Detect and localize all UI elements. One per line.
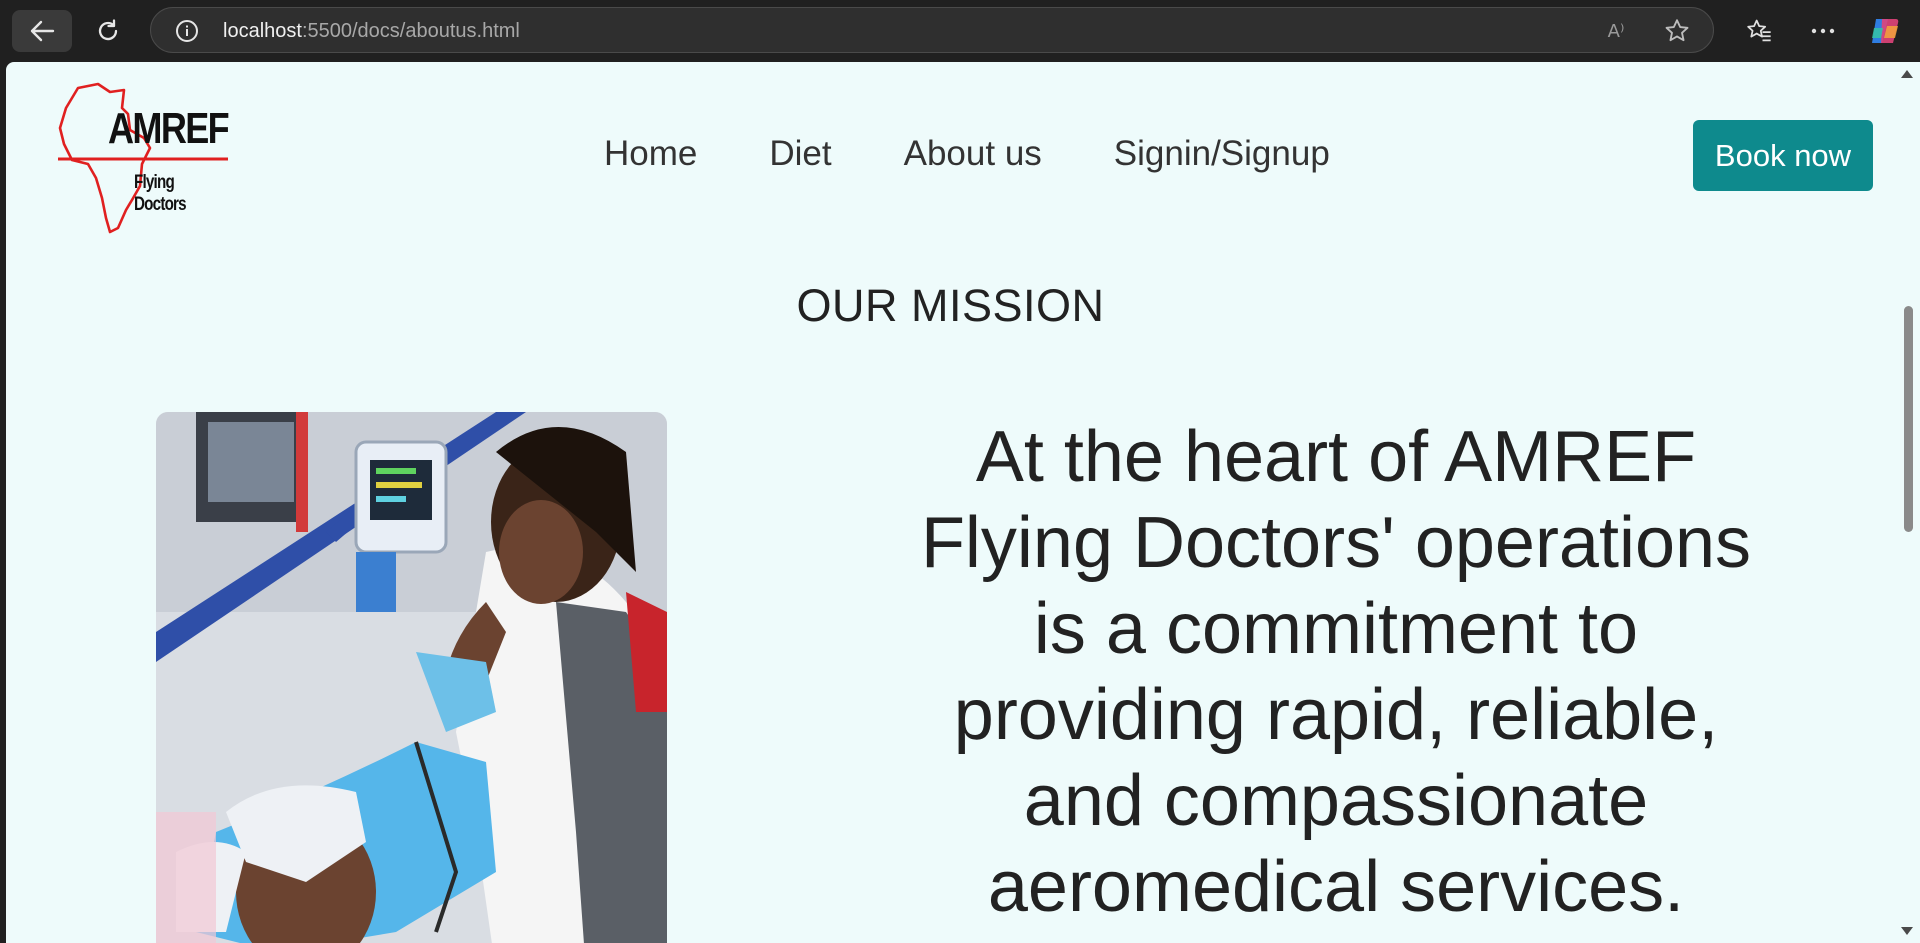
scroll-down-icon[interactable]: [1901, 927, 1913, 935]
logo-tagline: Flying Doctors: [134, 172, 187, 215]
scrollbar-thumb[interactable]: [1904, 306, 1913, 532]
nav-home[interactable]: Home: [604, 134, 697, 174]
back-button[interactable]: [12, 10, 72, 52]
logo-brand: AMREF: [108, 104, 230, 153]
book-now-button[interactable]: Book now: [1693, 120, 1873, 191]
read-aloud-icon[interactable]: A⁾: [1603, 18, 1629, 44]
nav-about-us[interactable]: About us: [904, 134, 1042, 174]
nav-diet[interactable]: Diet: [769, 134, 831, 174]
reload-icon: [98, 19, 118, 41]
address-bar[interactable]: localhost:5500/docs/aboutus.html A⁾: [150, 7, 1714, 53]
page-viewport: AMREF Flying Doctors Home Diet About us …: [6, 62, 1895, 943]
back-arrow-icon: [30, 20, 55, 42]
favorites-icon[interactable]: [1742, 14, 1776, 48]
url-host: localhost: [223, 20, 302, 42]
mission-title: OUR MISSION: [796, 280, 1105, 331]
mission-photo: [156, 412, 667, 943]
more-icon[interactable]: [1806, 14, 1840, 48]
mission-statement: At the heart of AMREF Flying Doctors' op…: [920, 417, 1752, 927]
url-text[interactable]: localhost:5500/docs/aboutus.html: [223, 20, 520, 43]
reload-button[interactable]: [78, 10, 138, 52]
browser-toolbar: localhost:5500/docs/aboutus.html A⁾: [0, 0, 1920, 62]
info-icon[interactable]: [175, 19, 199, 48]
copilot-icon[interactable]: [1868, 14, 1902, 48]
nav-signin-signup[interactable]: Signin/Signup: [1114, 134, 1330, 174]
nurse-with-patient-image: [156, 412, 667, 943]
logo[interactable]: AMREF Flying Doctors: [58, 78, 230, 234]
scroll-up-icon[interactable]: [1901, 70, 1913, 78]
url-path: :5500/docs/aboutus.html: [301, 20, 520, 42]
main-nav: Home Diet About us Signin/Signup: [604, 134, 1402, 174]
star-icon[interactable]: [1663, 17, 1691, 50]
page-scrollbar[interactable]: [1895, 62, 1920, 943]
